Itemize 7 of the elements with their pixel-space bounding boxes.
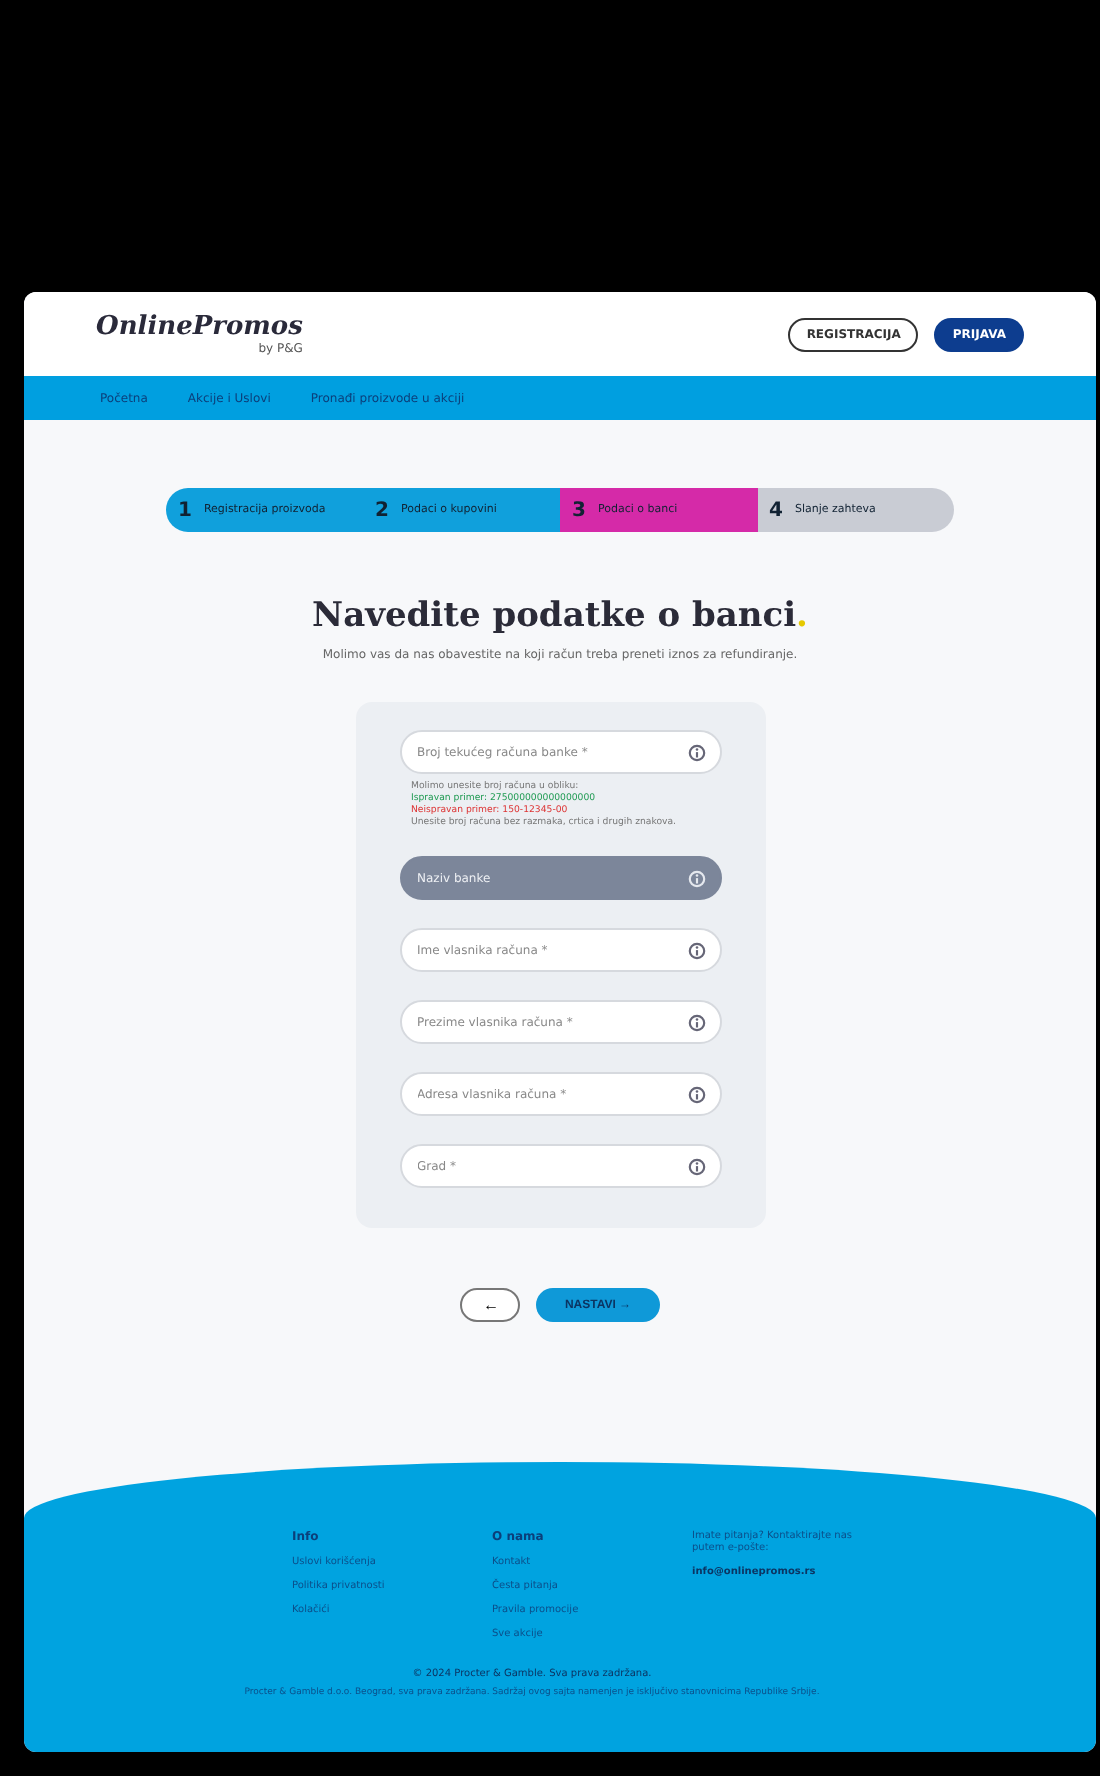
info-icon[interactable] [687, 1013, 705, 1031]
info-icon[interactable] [687, 743, 705, 761]
info-icon[interactable] [687, 941, 705, 959]
page-title: Navedite podatke o banci. [312, 596, 808, 636]
info-icon[interactable] [687, 1085, 705, 1103]
info-icon[interactable] [687, 1157, 705, 1175]
back-button[interactable]: ← [460, 1288, 521, 1322]
